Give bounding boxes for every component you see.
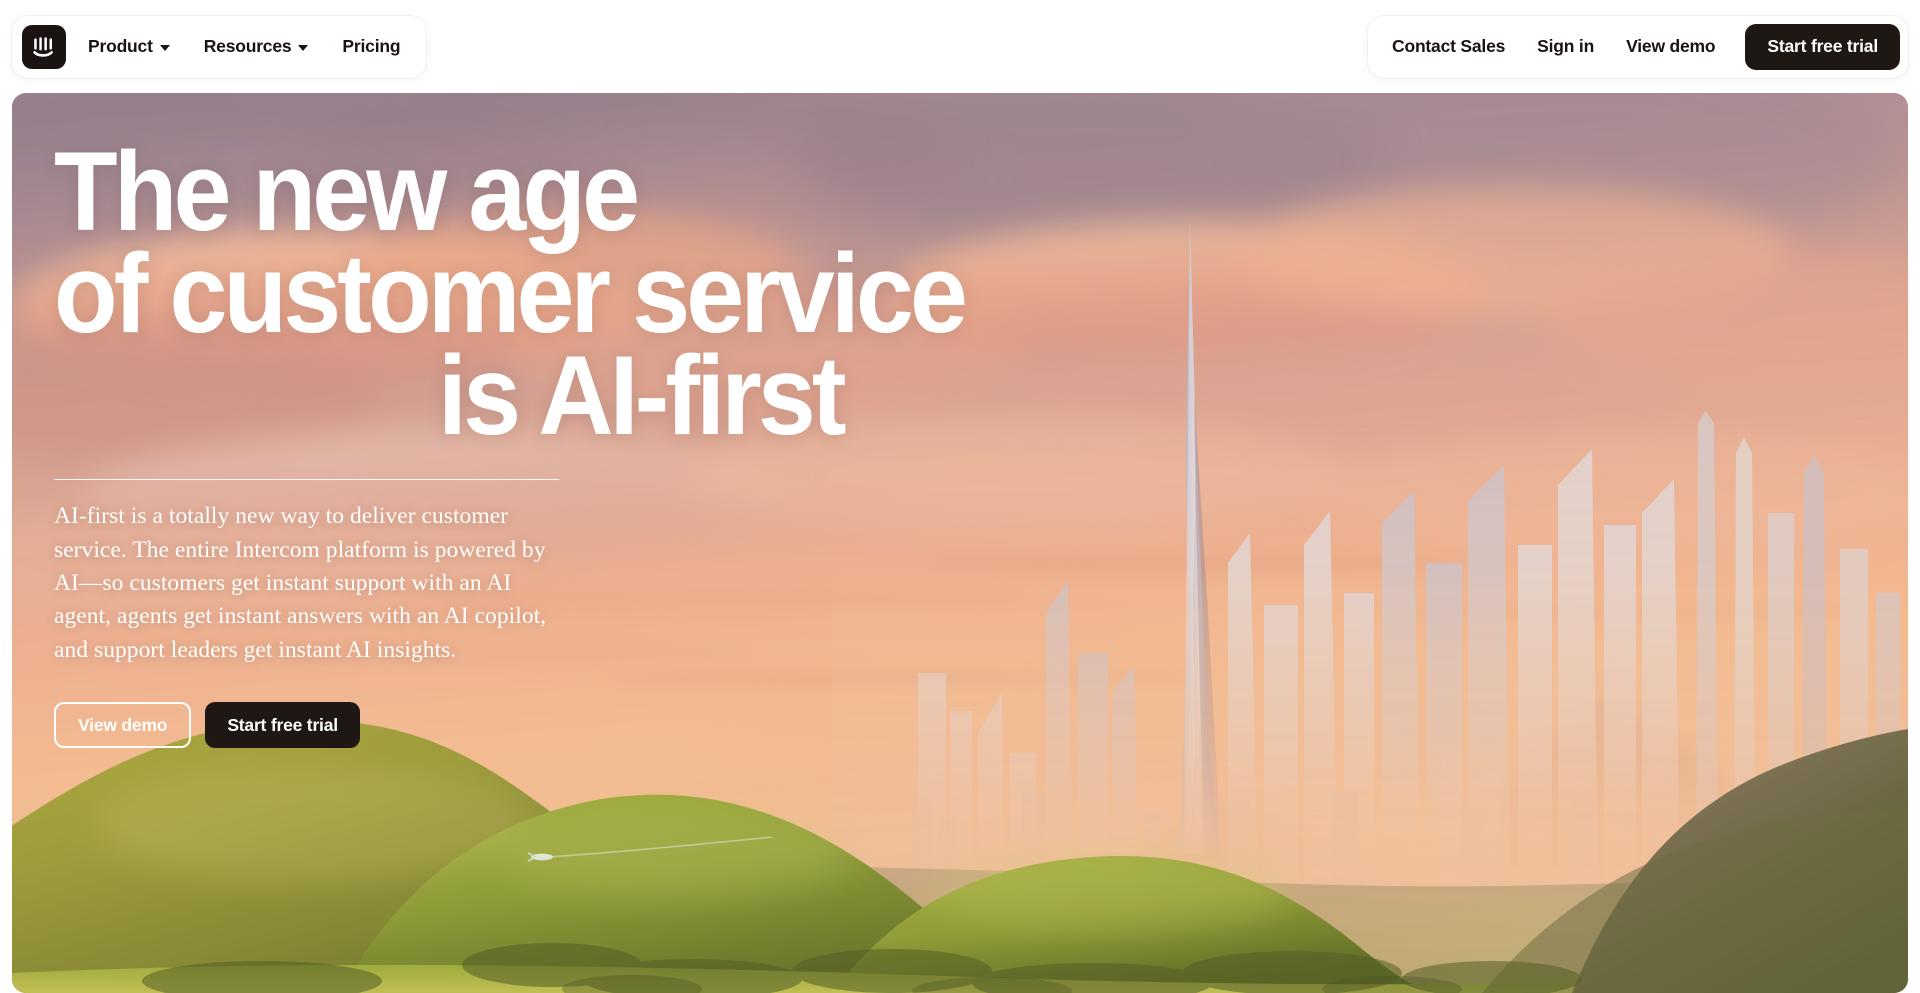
hero-cta-group: View demo Start free trial <box>54 702 1908 749</box>
hero-headline-line-2: of customer service <box>54 230 968 356</box>
chevron-down-icon <box>159 44 170 51</box>
site-header: Product Resources Pricing Contact Sales … <box>0 0 1920 93</box>
hero-headline-line-1: The new age <box>54 129 640 254</box>
chevron-down-icon <box>298 44 309 51</box>
hero-content: The new age of customer service is AI-fi… <box>12 93 1908 993</box>
hero-divider <box>54 478 559 481</box>
nav-item-resources[interactable]: Resources <box>204 28 309 65</box>
nav-item-view-demo[interactable]: View demo <box>1626 28 1716 65</box>
hero-headline: The new age of customer service is AI-fi… <box>54 129 968 452</box>
nav-item-contact-sales[interactable]: Contact Sales <box>1392 28 1505 65</box>
hero-start-free-trial-button[interactable]: Start free trial <box>205 702 360 749</box>
hero-view-demo-button[interactable]: View demo <box>54 702 192 749</box>
primary-nav-pill: Product Resources Pricing <box>12 15 427 78</box>
start-free-trial-button[interactable]: Start free trial <box>1745 23 1900 70</box>
nav-item-pricing[interactable]: Pricing <box>342 28 400 65</box>
nav-item-pricing-label: Pricing <box>342 36 401 56</box>
nav-item-sign-in[interactable]: Sign in <box>1537 28 1594 65</box>
hero-section: The new age of customer service is AI-fi… <box>12 93 1908 993</box>
nav-item-product-label: Product <box>88 36 153 56</box>
secondary-nav-pill: Contact Sales Sign in View demo Start fr… <box>1368 15 1908 78</box>
hero-subtitle: AI-first is a totally new way to deliver… <box>54 503 547 663</box>
nav-item-resources-label: Resources <box>203 36 292 56</box>
intercom-logo-icon[interactable] <box>22 24 66 69</box>
nav-item-product[interactable]: Product <box>88 28 170 65</box>
hero-headline-line-3: is AI-first <box>438 332 847 458</box>
